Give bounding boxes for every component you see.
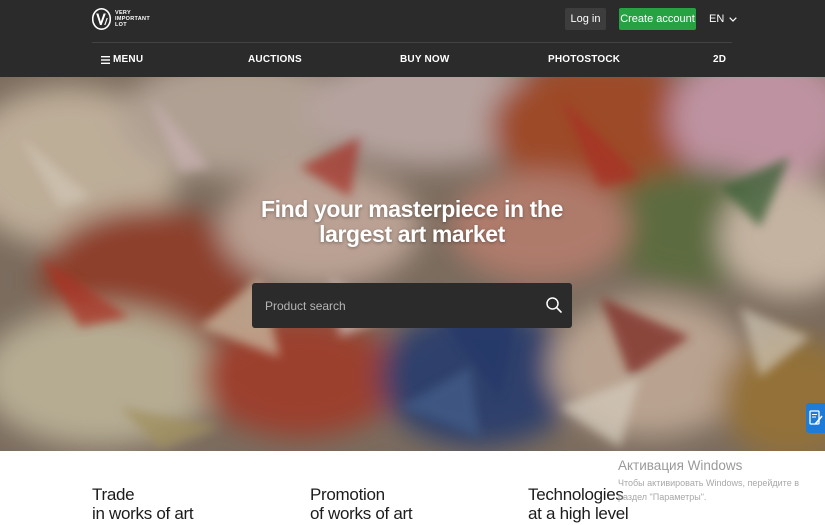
nav-item-2d[interactable]: 2D (713, 50, 726, 70)
logo-text: VERY IMPORTANT LOT (115, 10, 150, 28)
feature-trade: Trade in works of art (92, 485, 194, 523)
nav-item-photostock[interactable]: PHOTOSTOCK (548, 50, 620, 70)
nav-item-auctions[interactable]: AUCTIONS (248, 50, 302, 70)
search-icon[interactable] (545, 296, 563, 314)
feature-title: Promotion (310, 485, 385, 504)
edit-note-icon (809, 410, 823, 425)
hero-title: Find your masterpiece in the largest art… (261, 196, 563, 247)
feature-subtitle: of works of art (310, 504, 413, 523)
feature-subtitle: at a high level (528, 504, 629, 523)
create-account-button[interactable]: Create account (619, 8, 696, 30)
feature-promotion: Promotion of works of art (310, 485, 413, 523)
feature-title: Trade (92, 485, 135, 504)
logo-mark-icon (92, 8, 111, 30)
site-header: VERY IMPORTANT LOT Log in Create account… (0, 0, 825, 77)
windows-activation-title: Активация Windows (618, 458, 743, 473)
hero-painting-image (0, 77, 825, 451)
hero-banner: Find your masterpiece in the largest art… (0, 77, 825, 451)
language-selector[interactable]: EN (709, 8, 738, 30)
logo-line: LOT (115, 22, 127, 28)
nav-menu-button[interactable]: MENU (101, 50, 143, 70)
feature-title: Technologies (528, 485, 624, 504)
search-bar (252, 283, 572, 328)
windows-activation-text: Чтобы активировать Windows, перейдите в … (618, 478, 799, 502)
nav-menu-label: MENU (113, 54, 144, 65)
main-nav: MENU AUCTIONS BUY NOW PHOTOSTOCK 2D (92, 50, 733, 70)
side-feedback-button[interactable] (806, 403, 825, 433)
feature-technologies: Technologies at a high level (528, 485, 629, 523)
login-button[interactable]: Log in (565, 8, 606, 30)
product-search-input[interactable] (265, 283, 535, 328)
feature-subtitle: in works of art (92, 504, 194, 523)
nav-item-buy-now[interactable]: BUY NOW (400, 50, 450, 70)
site-logo[interactable]: VERY IMPORTANT LOT (92, 8, 150, 30)
chevron-down-icon (729, 16, 738, 22)
hamburger-icon (101, 56, 110, 64)
language-label: EN (709, 13, 725, 25)
header-divider (92, 42, 732, 43)
